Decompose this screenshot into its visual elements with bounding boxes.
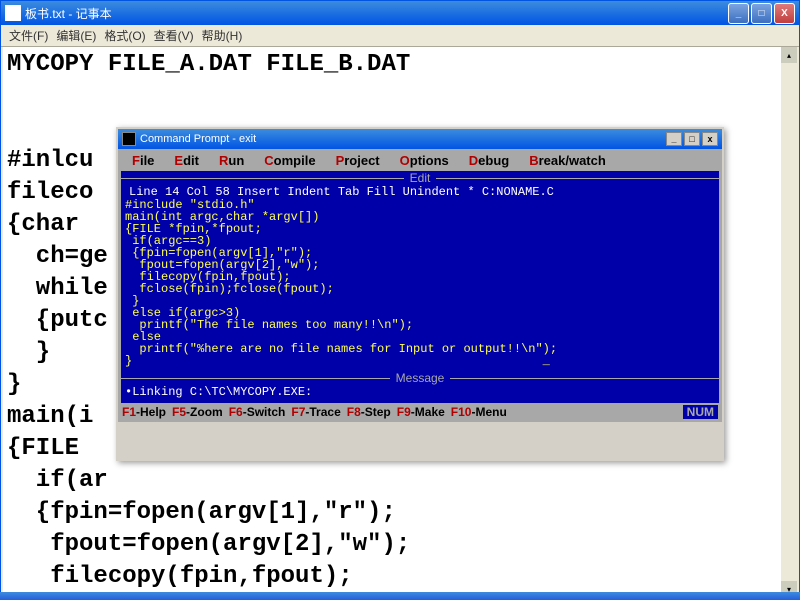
fkey-f10[interactable]: F10-Menu (451, 405, 507, 419)
taskbar[interactable] (0, 592, 800, 600)
fkey-f1[interactable]: F1-Help (122, 405, 166, 419)
cmd-icon (122, 132, 136, 146)
fkey-f8[interactable]: F8-Step (347, 405, 391, 419)
command-prompt-window: Command Prompt - exit _ □ x File Edit Ru… (116, 127, 724, 461)
numlock-indicator: NUM (683, 405, 718, 419)
tc-status-line: Line 14 Col 58 Insert Indent Tab Fill Un… (121, 185, 719, 199)
notepad-menubar: 文件(F) 编辑(E) 格式(O) 查看(V) 帮助(H) (1, 25, 799, 47)
tc-menu-debug[interactable]: Debug (469, 153, 509, 168)
fkey-f9[interactable]: F9-Make (397, 405, 445, 419)
tc-body: File Edit Run Compile Project Options De… (118, 149, 722, 422)
tc-message-area: •Linking C:\TC\MYCOPY.EXE: (121, 385, 719, 403)
fkey-f7[interactable]: F7-Trace (291, 405, 340, 419)
tc-menubar: File Edit Run Compile Project Options De… (120, 151, 720, 170)
tc-menu-compile[interactable]: Compile (264, 153, 315, 168)
menu-help[interactable]: 帮助(H) (202, 27, 243, 44)
maximize-button[interactable]: □ (751, 3, 772, 24)
scroll-up-icon[interactable]: ▴ (781, 47, 797, 63)
menu-view[interactable]: 查看(V) (154, 27, 194, 44)
tc-menu-edit[interactable]: Edit (174, 153, 199, 168)
notepad-titlebar[interactable]: 板书.txt - 记事本 _ □ X (1, 1, 799, 25)
tc-titlebar[interactable]: Command Prompt - exit _ □ x (118, 129, 722, 149)
fkey-f5[interactable]: F5-Zoom (172, 405, 223, 419)
tc-edit-pane: Edit Line 14 Col 58 Insert Indent Tab Fi… (120, 170, 720, 404)
close-button[interactable]: X (774, 3, 795, 24)
tc-close-button[interactable]: x (702, 132, 718, 146)
tc-menu-run[interactable]: Run (219, 153, 244, 168)
tc-edit-header: Edit (121, 171, 719, 185)
tc-edit-label: Edit (404, 171, 437, 185)
tc-menu-break[interactable]: Break/watch (529, 153, 606, 168)
tc-fkey-bar: F1-Help F5-Zoom F6-Switch F7-Trace F8-St… (120, 404, 720, 420)
fkey-f6[interactable]: F6-Switch (229, 405, 286, 419)
tc-msg-label: Message (390, 371, 451, 385)
tc-menu-options[interactable]: Options (400, 153, 449, 168)
tc-minimize-button[interactable]: _ (666, 132, 682, 146)
tc-maximize-button[interactable]: □ (684, 132, 700, 146)
notepad-scrollbar[interactable]: ▴ ▾ (781, 47, 797, 597)
tc-menu-project[interactable]: Project (336, 153, 380, 168)
minimize-button[interactable]: _ (728, 3, 749, 24)
menu-file[interactable]: 文件(F) (9, 27, 48, 44)
tc-code-area[interactable]: #include "stdio.h" main(int argc,char *a… (121, 199, 719, 371)
notepad-icon (5, 5, 21, 21)
tc-menu-file[interactable]: File (132, 153, 154, 168)
menu-format[interactable]: 格式(O) (104, 27, 145, 44)
menu-edit[interactable]: 编辑(E) (56, 27, 96, 44)
tc-title-text: Command Prompt - exit (140, 133, 256, 145)
tc-message-header: Message (121, 371, 719, 385)
notepad-title-text: 板书.txt - 记事本 (25, 5, 112, 22)
